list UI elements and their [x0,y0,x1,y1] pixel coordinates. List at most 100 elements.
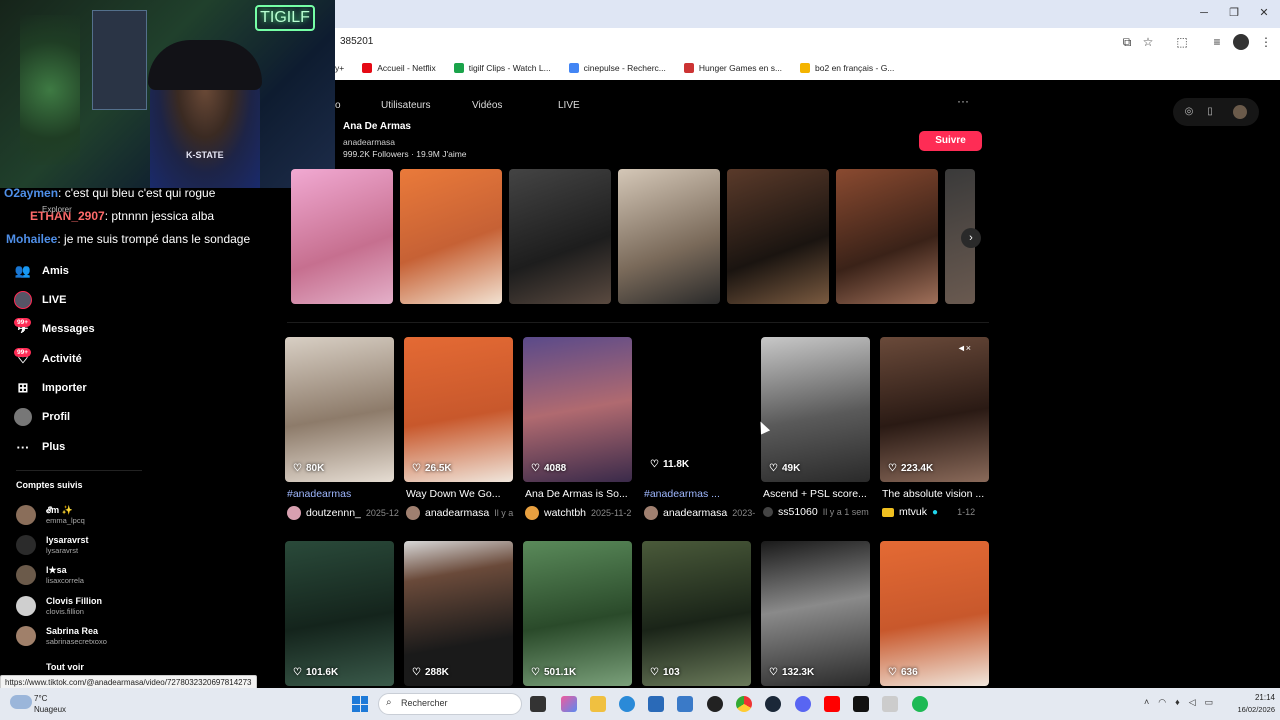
video-title[interactable]: The absolute vision ... [882,488,998,500]
phone-icon[interactable]: ▯ [1203,105,1217,119]
profile-name[interactable]: Ana De Armas [343,121,411,132]
following-user[interactable]: lysaravrst lysaravrst [16,535,89,555]
sidebar-item-live[interactable]: LIVE [14,291,66,309]
friends-icon: 👥 [14,263,32,278]
edge-icon[interactable] [619,696,635,712]
profile-photo[interactable] [400,169,502,304]
profile-photo[interactable] [836,169,938,304]
sidebar-item-profil[interactable]: Profil [14,408,70,426]
menu-kebab-icon[interactable]: ⋮ [1258,34,1274,50]
taskbar-search[interactable] [378,693,522,715]
following-user[interactable]: Clovis Fillion clovis.fillion [16,596,102,616]
bookmark-item[interactable]: tigilf Clips - Watch L... [453,63,551,73]
chrome-icon[interactable] [736,696,752,712]
clock-date[interactable]: 16/02/2026 [1228,705,1275,714]
discord-icon[interactable] [795,696,811,712]
video-title[interactable]: #anadearmas [287,488,403,500]
profile-avatar-icon[interactable] [1233,34,1249,50]
tab-utilisateurs[interactable]: Utilisateurs [381,100,430,111]
app-icon[interactable] [882,696,898,712]
profile-photo[interactable] [509,169,611,304]
video-title[interactable]: Ascend + PSL score... [763,488,879,500]
sidebar-item-importer[interactable]: ⊞ Importer [14,379,87,397]
cloud-icon[interactable] [10,695,32,709]
url-text[interactable]: 385201 [340,36,373,47]
video-thumbnail[interactable]: ♡ 132.3K [761,541,870,686]
video-thumbnail[interactable]: ♡ 288K [404,541,513,686]
video-thumbnail[interactable]: ♡ 80K [285,337,394,482]
video-thumbnail[interactable]: ◄× ♡ 223.4K [880,337,989,482]
weather-desc[interactable]: Nuageux [34,705,66,714]
following-user[interactable]: l★sa lisaxcorrela [16,565,84,585]
extensions-icon[interactable]: ⬚ [1174,34,1190,50]
battery-icon[interactable]: ▭ [1205,697,1214,708]
taskbar-search-label[interactable]: Rechercher [401,698,448,708]
more-options-icon[interactable]: ··· [957,94,969,108]
store-icon[interactable] [648,696,664,712]
video-title[interactable]: #anadearmas ... [644,488,760,500]
video-thumbnail[interactable]: ♡ 4088 [523,337,632,482]
steam-icon[interactable] [765,696,781,712]
microphone-icon[interactable]: ♦ [1175,697,1180,708]
user-avatar[interactable] [1233,105,1247,119]
video-thumbnail[interactable]: ♡ 49K [761,337,870,482]
file-explorer-icon[interactable] [590,696,606,712]
clock-time[interactable]: 21:14 [1247,693,1275,702]
youtube-icon[interactable] [824,696,840,712]
heart-icon: ♡ [412,667,421,678]
tab-partial[interactable]: o [335,100,341,111]
search-icon: ⌕ [386,697,392,708]
chevron-right-icon[interactable]: › [961,228,981,248]
obs-icon[interactable] [707,696,723,712]
tab-live[interactable]: LIVE [558,100,580,111]
video-thumbnail[interactable]: ♡ 11.8K [642,337,751,482]
media-icon[interactable]: ≡ [1209,34,1225,50]
coin-icon[interactable]: ◎ [1182,105,1196,119]
maximize-icon[interactable]: ❐ [1227,6,1241,20]
video-thumbnail[interactable]: ♡ 26.5K [404,337,513,482]
spotify-icon[interactable] [912,696,928,712]
bookmark-item[interactable]: Hunger Games en s... [683,63,782,73]
sidebar-item-plus[interactable]: ··· Plus [14,438,66,456]
bookmark-favicon-icon [362,63,373,73]
bookmark-item[interactable]: cinepulse - Recherc... [568,63,666,73]
chevron-up-icon[interactable]: ˄ [1144,697,1149,708]
follow-button[interactable]: Suivre [919,131,982,151]
profile-photo[interactable] [727,169,829,304]
bookmark-label: cinepulse - Recherc... [583,63,666,73]
bookmark-item[interactable]: Accueil - Netflix [362,63,436,73]
sidebar-item-amis[interactable]: 👥 Amis [14,262,69,280]
video-thumbnail[interactable]: ♡ 103 [642,541,751,686]
see-all-link[interactable]: Tout voir [46,662,84,672]
video-thumbnail[interactable]: ♡ 636 [880,541,989,686]
bookmark-item[interactable]: y+ [335,63,344,73]
profile-photo[interactable] [291,169,393,304]
video-likes: ♡ 223.4K [888,463,934,474]
minimize-icon[interactable]: ─ [1197,6,1211,20]
video-meta: mtvuk ● 1-12 [882,506,975,518]
address-bar[interactable] [335,28,1280,56]
video-title[interactable]: Way Down We Go... [406,488,522,500]
task-view-icon[interactable] [530,696,546,712]
tab-videos[interactable]: Vidéos [472,100,502,111]
video-thumbnail[interactable]: ♡ 501.1K [523,541,632,686]
close-icon[interactable]: ✕ [1257,6,1271,20]
video-title[interactable]: Ana De Armas is So... [525,488,641,500]
video-thumbnail[interactable]: ♡ 101.6K [285,541,394,686]
wifi-icon[interactable]: ◠ [1158,697,1166,708]
windows-start-icon[interactable] [352,696,368,712]
bookmark-label: bo2 en français - G... [815,63,895,73]
speaker-icon[interactable]: ◁ [1189,697,1196,708]
copilot-icon[interactable] [561,696,577,712]
mail-icon[interactable] [677,696,693,712]
mute-icon[interactable]: ◄× [957,343,971,353]
install-app-icon[interactable]: ⧉ [1119,34,1135,50]
weather-temp[interactable]: 7°C [34,694,47,703]
tiktok-icon[interactable] [853,696,869,712]
following-user[interactable]: Sabrina Rea sabrinasecretxoxo [16,626,107,646]
profile-photo[interactable] [618,169,720,304]
video-meta: doutzennn_ 2025-12 [287,506,399,520]
bookmark-star-icon[interactable]: ☆ [1140,34,1156,50]
bookmark-item[interactable]: bo2 en français - G... [800,63,894,73]
following-user[interactable]: 𝓔m ✨ emma_lpcq [16,505,85,525]
